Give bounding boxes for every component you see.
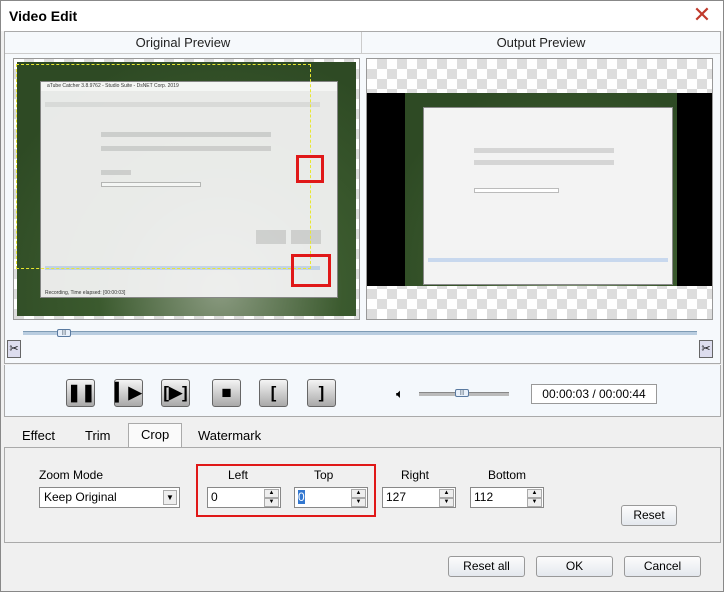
spin-up-icon[interactable]: ▲: [351, 489, 366, 498]
right-label: Right: [401, 468, 430, 482]
captured-app-status: Recording, Time elapsed: [00:00:03]: [45, 290, 126, 296]
time-display: 00:00:03 / 00:00:44: [531, 384, 657, 404]
left-value[interactable]: 0: [211, 490, 218, 504]
spin-up-icon[interactable]: ▲: [264, 489, 279, 498]
output-preview-header: Output Preview: [362, 32, 720, 54]
reset-button[interactable]: Reset: [621, 505, 677, 526]
original-preview-header: Original Preview: [5, 32, 362, 54]
spin-up-icon[interactable]: ▲: [439, 489, 454, 498]
play-button[interactable]: ▎▶: [114, 379, 143, 407]
pause-button[interactable]: ❚❚: [66, 379, 96, 407]
right-stepper[interactable]: 127 ▲ ▼: [382, 487, 456, 508]
spin-up-icon[interactable]: ▲: [527, 489, 542, 498]
volume-icon[interactable]: 🔈︎: [396, 386, 404, 402]
mark-in-button[interactable]: [: [259, 379, 288, 407]
tab-watermark[interactable]: Watermark: [186, 425, 273, 447]
trim-end-scissors-icon[interactable]: ✂: [699, 340, 713, 358]
volume-slider[interactable]: |||: [419, 389, 509, 397]
stop-button[interactable]: ■: [212, 379, 241, 407]
close-x-icon[interactable]: ✕: [691, 4, 713, 27]
zoom-mode-select[interactable]: Keep Original ▼: [39, 487, 180, 508]
bottom-label: Bottom: [488, 468, 527, 482]
dialog-title: Video Edit: [9, 8, 78, 24]
tab-crop[interactable]: Crop: [128, 423, 183, 448]
title-bar: Video Edit ✕: [1, 1, 723, 31]
chevron-down-icon[interactable]: ▼: [163, 490, 177, 505]
bottom-stepper[interactable]: 112 ▲ ▼: [470, 487, 544, 508]
output-app-window: [423, 107, 673, 285]
spin-down-icon[interactable]: ▼: [527, 498, 542, 507]
top-label: Top: [314, 468, 334, 482]
ok-button[interactable]: OK: [536, 556, 613, 577]
spin-down-icon[interactable]: ▼: [351, 498, 366, 507]
mark-out-button[interactable]: ]: [307, 379, 336, 407]
crop-guide[interactable]: [16, 64, 311, 269]
original-preview-image[interactable]: aTube Catcher 3.8.9762 - Studio Suite - …: [13, 58, 360, 320]
play-segment-button[interactable]: [▶]: [161, 379, 190, 407]
output-preview-image: [366, 58, 713, 320]
left-label: Left: [228, 468, 249, 482]
zoom-mode-label: Zoom Mode: [39, 468, 104, 482]
volume-thumb[interactable]: |||: [455, 389, 469, 397]
zoom-mode-value: Keep Original: [44, 490, 117, 504]
spin-down-icon[interactable]: ▼: [264, 498, 279, 507]
bottom-value[interactable]: 112: [474, 490, 493, 504]
resize-handle-highlight[interactable]: [291, 254, 331, 287]
resize-handle-highlight: [296, 155, 324, 183]
top-stepper[interactable]: 0 ▲ ▼: [294, 487, 368, 508]
reset-all-button[interactable]: Reset all: [448, 556, 525, 577]
tab-effect[interactable]: Effect: [10, 425, 67, 447]
trim-start-scissors-icon[interactable]: ✂: [7, 340, 21, 358]
left-stepper[interactable]: 0 ▲ ▼: [207, 487, 281, 508]
timeline-thumb[interactable]: |||: [57, 329, 71, 337]
video-edit-dialog: Video Edit ✕ Original Preview Output Pre…: [0, 0, 724, 592]
top-value[interactable]: 0: [298, 490, 305, 504]
preview-area: Original Preview Output Preview aTube Ca…: [4, 31, 721, 364]
right-value[interactable]: 127: [386, 490, 406, 504]
timeline-slider[interactable]: |||: [23, 329, 697, 337]
tab-trim[interactable]: Trim: [73, 425, 123, 447]
cancel-button[interactable]: Cancel: [624, 556, 701, 577]
spin-down-icon[interactable]: ▼: [439, 498, 454, 507]
